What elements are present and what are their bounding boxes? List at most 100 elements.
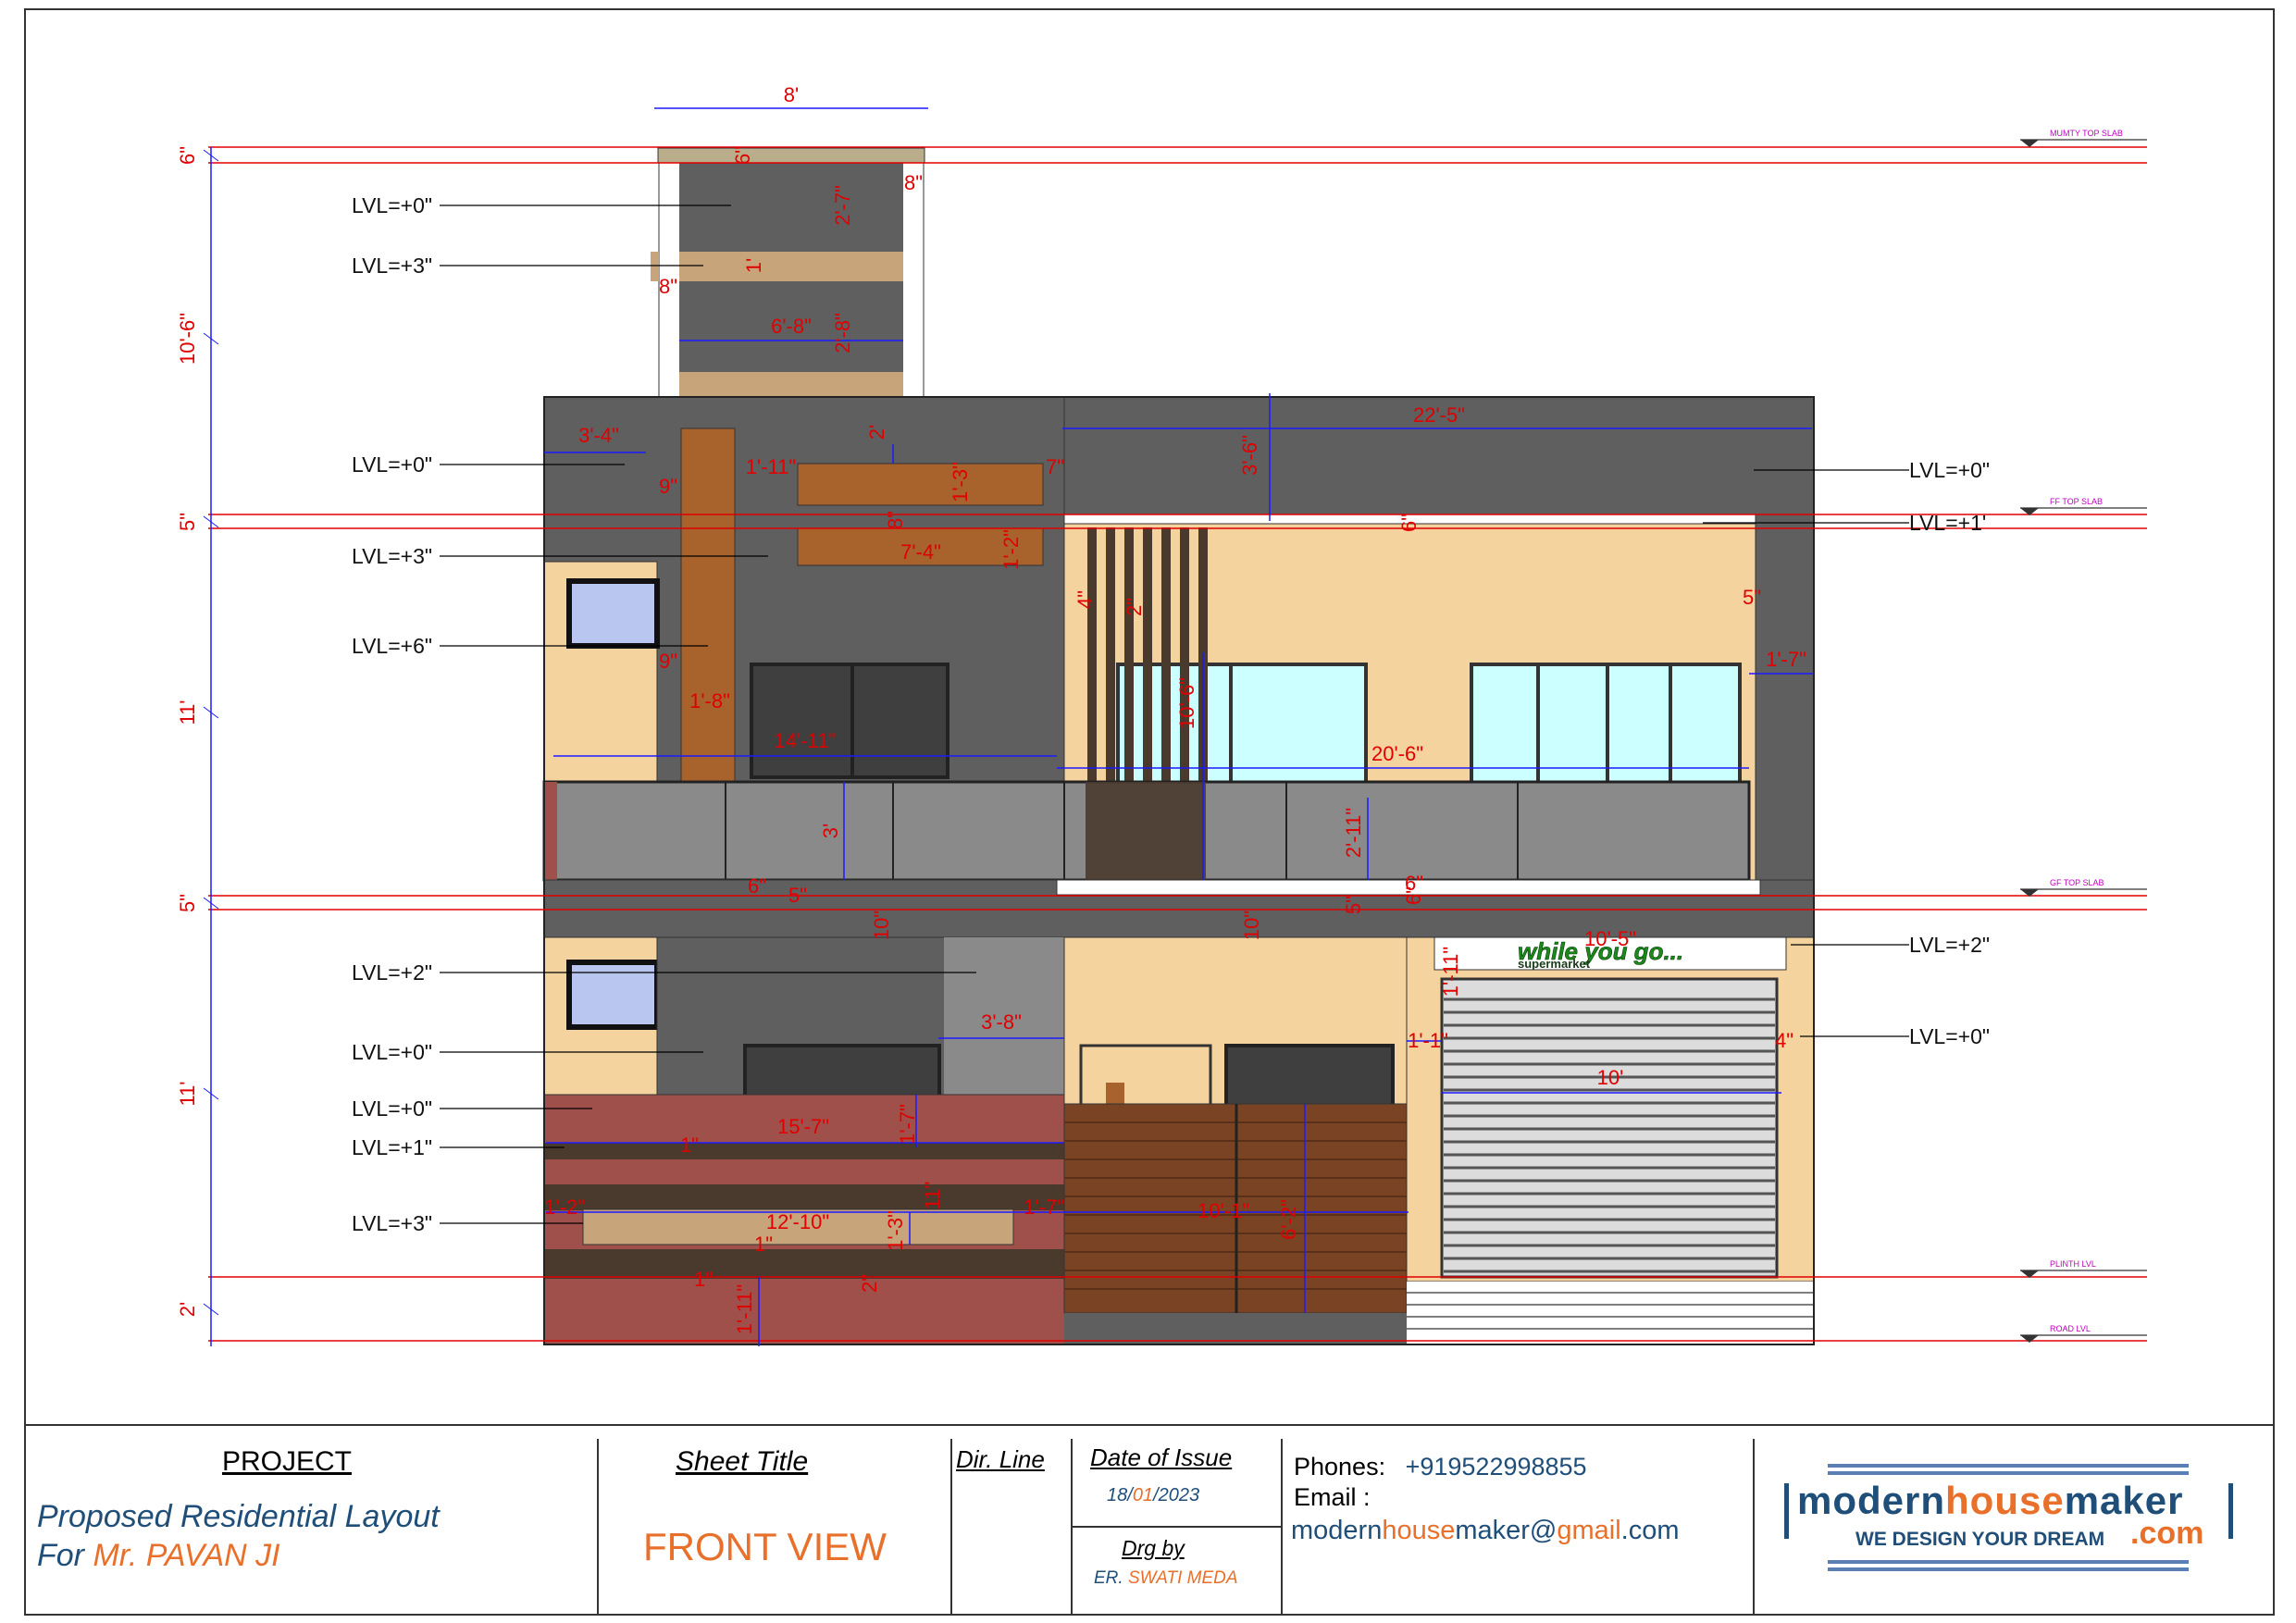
date-month: 01	[1132, 1485, 1154, 1505]
gf-window-center	[1224, 1044, 1395, 1108]
date-year: /2023	[1153, 1485, 1200, 1505]
email-part-gmail: gmail	[1557, 1516, 1621, 1545]
vertical-dimension-labels: 6" 10'-6" 5" 11' 5" 11' 2'	[176, 146, 219, 1317]
dim-label: 1'-3"	[949, 462, 972, 502]
dim-label: 14'-11"	[775, 729, 837, 752]
vertical-dim: 5"	[176, 513, 199, 531]
dim-label: 10"	[1240, 911, 1263, 940]
project-client-line: For Mr. PAVAN JI	[37, 1538, 280, 1574]
dim-label: 8"	[659, 275, 677, 298]
dim-label: 2'-8"	[831, 313, 854, 353]
dim-label: 2'-7"	[831, 185, 854, 226]
email-part-com: .com	[1620, 1516, 1680, 1545]
left-level-callouts: LVL=+0" LVL=+3" LVL=+0" LVL=+3" LVL=+6" LVL=+…	[352, 193, 432, 1235]
mumty-slab	[657, 147, 925, 164]
dim-label: 8"	[884, 511, 907, 529]
ff-glass-left	[1116, 663, 1368, 787]
ff-wood-beam-1	[797, 463, 1044, 506]
level-callout: LVL=+6"	[352, 634, 432, 658]
dim-label: 4"	[1775, 1029, 1793, 1052]
dim-label: 15'-7"	[777, 1115, 829, 1138]
dim-label: 6"	[1402, 886, 1425, 905]
level-callout: LVL=+2"	[1909, 933, 1990, 957]
email-part-maker: maker@	[1455, 1516, 1558, 1545]
dim-label: 9"	[659, 475, 677, 498]
dim-label: 9"	[659, 650, 677, 673]
level-callout: LVL=+0"	[352, 193, 432, 217]
dim-label: 10"	[870, 911, 893, 940]
dim-label: 11"	[921, 1182, 944, 1210]
level-tick-label: GF TOP SLAB	[2050, 878, 2104, 887]
dim-label: 4"	[1074, 590, 1097, 609]
drawn-by-name: SWATI MEDA	[1127, 1568, 1238, 1588]
mumty-band-1	[679, 252, 903, 281]
email-part-modern: modern	[1291, 1516, 1383, 1545]
level-callout: LVL=+3"	[352, 254, 432, 278]
dim-label: 5"	[1743, 586, 1761, 609]
dim-label: 2'	[865, 425, 888, 440]
dim-label: 8"	[904, 171, 923, 194]
mumty-band-2	[679, 372, 903, 397]
ff-wood-column	[680, 427, 736, 783]
dim-label: 1'-2"	[999, 529, 1023, 570]
dim-label: 10'	[1597, 1066, 1624, 1089]
level-tick-label: ROAD LVL	[2050, 1324, 2091, 1333]
phones-label: Phones:	[1294, 1453, 1386, 1481]
gf-window-dark	[743, 1044, 941, 1098]
logo-tagline: WE DESIGN YOUR DREAM	[1855, 1529, 2105, 1550]
dim-label: 2"	[858, 1274, 881, 1293]
drawn-by: ER. SWATI MEDA	[1094, 1568, 1238, 1589]
dim-label: 2"	[1123, 598, 1146, 616]
dim-label: 1'-11"	[1439, 947, 1462, 997]
level-callout: LVL=+1'	[1909, 511, 1986, 535]
project-for-label: For	[37, 1538, 84, 1573]
logo-house: house	[1945, 1479, 2065, 1522]
dim-label: 1"	[694, 1268, 713, 1291]
client-name: Mr. PAVAN JI	[93, 1538, 280, 1573]
ff-window-dark	[750, 663, 949, 779]
ff-window-left	[566, 578, 660, 649]
dim-label: 1'-7"	[1766, 648, 1806, 671]
right-level-callouts: LVL=+0" LVL=+1' LVL=+2" LVL=+0"	[1909, 458, 1990, 1048]
dim-label: 3'-6"	[1238, 435, 1261, 476]
project-label: PROJECT	[222, 1446, 353, 1477]
email-label: Email :	[1294, 1483, 1371, 1511]
vertical-dim: 10'-6"	[176, 313, 199, 365]
level-callout: LVL=+0"	[352, 452, 432, 477]
date-of-issue-label: Date of Issue	[1090, 1443, 1233, 1471]
dim-label: 1'-11"	[746, 455, 796, 478]
front-elevation-drawing: MUMTY TOP SLAB FF TOP SLAB GF TOP SLAB PLIN…	[24, 8, 2275, 1616]
date-day: 18/	[1107, 1485, 1133, 1505]
dim-label: 22'-5"	[1413, 403, 1465, 427]
phone-number[interactable]: +919522998855	[1406, 1453, 1587, 1481]
dim-label: 1'-7"	[896, 1104, 919, 1145]
level-callout: LVL=+2"	[352, 960, 432, 985]
dim-label: 1'-8"	[689, 689, 730, 712]
dim-label: 6"	[748, 874, 766, 898]
email-address[interactable]: modernhousemaker@gmail.com	[1291, 1516, 1680, 1546]
vertical-dim: 11'	[176, 1081, 199, 1106]
level-callout: LVL=+0"	[352, 1096, 432, 1121]
date-of-issue: 18/01/2023	[1107, 1485, 1199, 1506]
dim-label: 3'-4"	[578, 424, 619, 447]
email-part-house: house	[1382, 1516, 1456, 1545]
project-name: Proposed Residential Layout	[37, 1499, 440, 1534]
dim-label: 6'-8"	[771, 315, 812, 338]
vertical-dim: 6"	[176, 146, 199, 165]
logo-wordmark: modernhousemaker	[1797, 1479, 2183, 1523]
dim-label: 2'-11"	[1342, 808, 1365, 858]
level-callout: LVL=+0"	[352, 1040, 432, 1064]
level-callout: LVL=+1"	[352, 1135, 432, 1159]
vertical-dim: 11'	[176, 700, 199, 725]
sheet-title-label: Sheet Title	[676, 1446, 809, 1477]
dim-label: 10'-6"	[1175, 677, 1198, 729]
dim-label: 7'-4"	[900, 540, 941, 564]
dim-label: 5"	[1342, 896, 1365, 914]
level-tick-label: MUMTY TOP SLAB	[2050, 129, 2123, 138]
vertical-dim: 2'	[176, 1302, 199, 1317]
dim-label: 12'-10"	[766, 1210, 829, 1233]
logo-modern: modern	[1797, 1479, 1946, 1522]
dim-label: 1"	[754, 1233, 773, 1256]
dim-label: 3'	[819, 824, 842, 838]
dim-label: 6'-2"	[1277, 1199, 1300, 1240]
